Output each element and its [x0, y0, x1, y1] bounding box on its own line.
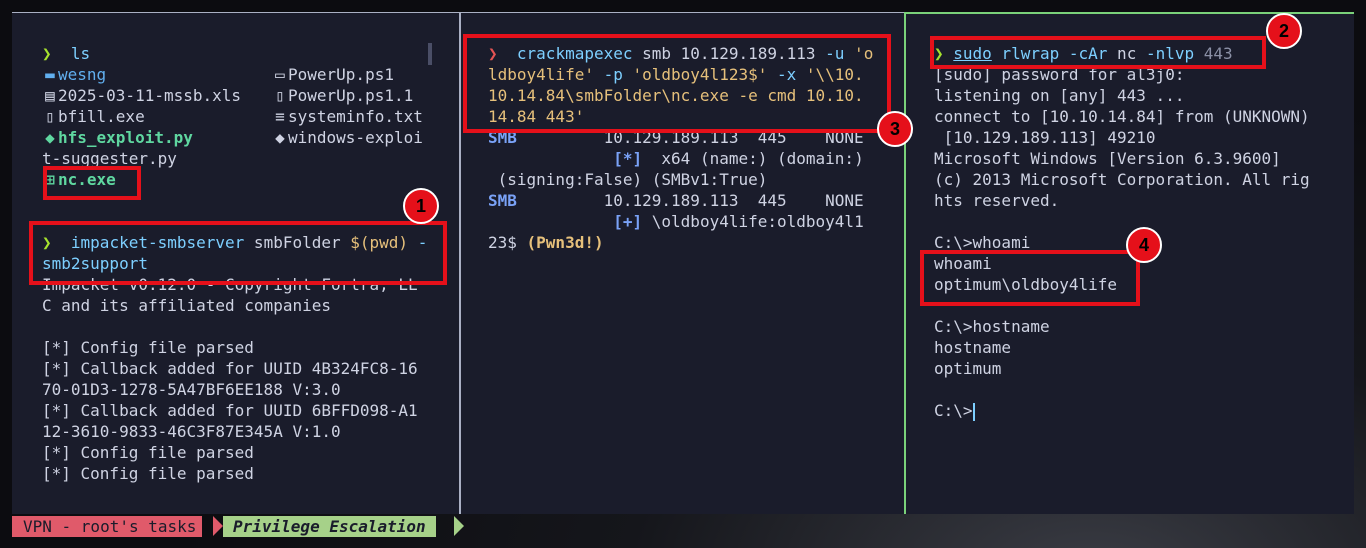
terminal-file-icon: ▭: [275, 65, 285, 84]
text-cursor: [972, 402, 975, 421]
window-tab-active[interactable]: Privilege Escalation: [223, 516, 436, 537]
output-line: hts reserved.: [934, 191, 1060, 210]
prompt-icon: ❯: [42, 44, 52, 63]
output-line: [*] Config file parsed: [42, 443, 254, 462]
output-line: [*] Config file parsed: [42, 338, 254, 357]
highlight-box-listener: [930, 36, 1266, 69]
python-icon: ◆: [45, 128, 55, 147]
shell-prompt-line[interactable]: C:\>: [934, 400, 975, 421]
pane-divider-1: [459, 12, 461, 514]
highlight-box-nc-exe: [43, 166, 141, 200]
separator-arrow-icon: [454, 516, 464, 536]
list-item: ▤ 2025-03-11-mssb.xls: [42, 85, 241, 106]
output-line: [10.129.189.113] 49210: [934, 128, 1156, 147]
output-line: SMB 10.129.189.113 445 NONE: [488, 191, 864, 210]
separator-arrow-icon: [213, 516, 223, 536]
list-item: ◆ windows-exploi: [272, 127, 423, 148]
output-line: [*] Callback added for UUID 4B324FC8-16: [42, 359, 418, 378]
list-item: ▬ wesng: [42, 64, 106, 85]
output-line: 70-01D3-1278-5A47BF6EE188 V:3.0: [42, 380, 341, 399]
python-icon: ◆: [275, 128, 285, 147]
output-line: hostname: [934, 338, 1012, 357]
output-line: [+] \oldboy4life:oldboy4l1: [613, 212, 864, 231]
output-line: 23$ (Pwn3d!): [488, 233, 604, 252]
scrollbar[interactable]: [428, 43, 432, 65]
step-badge-1: 1: [403, 188, 439, 224]
output-line: [*] Config file parsed: [42, 464, 254, 483]
highlight-box-smbserver: [29, 221, 447, 285]
output-line: listening on [any] 443 ...: [934, 86, 1185, 105]
output-line: 12-3610-9833-46C3F87E345A V:1.0: [42, 422, 341, 441]
step-badge-2: 2: [1266, 13, 1302, 49]
output-line: Microsoft Windows [Version 6.3.9600]: [934, 149, 1281, 168]
list-item: ◆ hfs_exploit.py: [42, 127, 193, 148]
list-item: ▯ bfill.exe: [42, 106, 145, 127]
step-badge-4: 4: [1126, 227, 1162, 263]
output-line: connect to [10.10.14.84] from (UNKNOWN): [934, 107, 1310, 126]
ls-command-line: ❯ ls: [42, 44, 91, 63]
output-line: C:\>hostname: [934, 317, 1050, 336]
output-line: (c) 2013 Microsoft Corporation. All rig: [934, 170, 1310, 189]
file-icon: ▯: [275, 86, 285, 105]
spreadsheet-icon: ▤: [45, 86, 55, 105]
file-icon: ▯: [45, 107, 55, 126]
list-item: ≡ systeminfo.txt: [272, 106, 423, 127]
output-line: [*] x64 (name:) (domain:): [613, 149, 864, 168]
highlight-box-whoami: [920, 250, 1140, 306]
pane-divider-2: [904, 12, 906, 514]
output-line: optimum: [934, 359, 1002, 378]
highlight-box-crackmapexec: [463, 34, 891, 133]
session-name: VPN - root's tasks: [12, 516, 203, 537]
text-file-icon: ≡: [275, 107, 285, 126]
list-item: ▯ PowerUp.ps1.1: [272, 85, 413, 106]
list-item: ▭ PowerUp.ps1: [272, 64, 394, 85]
output-line: C and its affiliated companies: [42, 296, 331, 315]
step-badge-3: 3: [877, 111, 913, 147]
output-line: [*] Callback added for UUID 6BFFD098-A1: [42, 401, 418, 420]
output-line: (signing:False) (SMBv1:True): [488, 170, 768, 189]
folder-icon: ▬: [45, 65, 55, 84]
